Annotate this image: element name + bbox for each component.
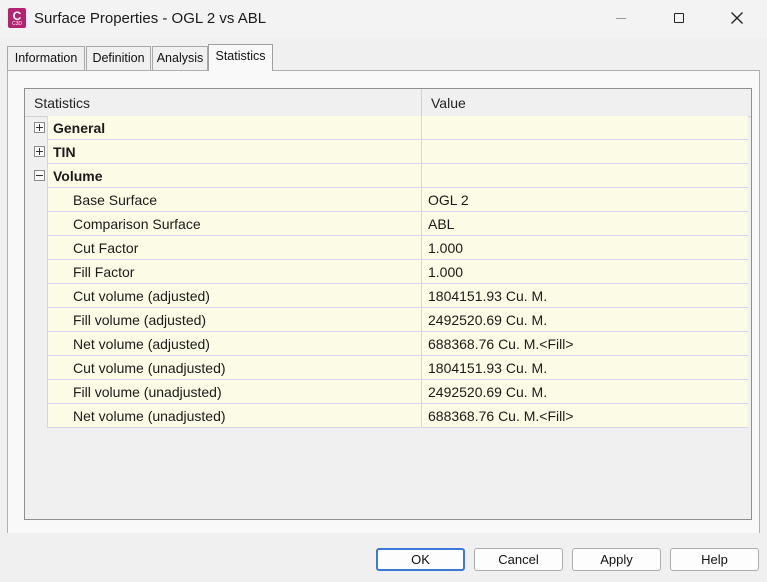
- window-title: Surface Properties - OGL 2 vs ABL: [34, 10, 267, 27]
- statistics-property-grid: Statistics Value General TIN Volume Base…: [24, 88, 752, 520]
- property-name: Fill volume (adjusted): [47, 308, 422, 332]
- property-value[interactable]: 688368.76 Cu. M.<Fill>: [422, 332, 748, 356]
- expand-plus-icon[interactable]: [34, 122, 45, 133]
- property-value[interactable]: 688368.76 Cu. M.<Fill>: [422, 404, 748, 428]
- tab-statistics[interactable]: Statistics: [208, 44, 273, 71]
- app-icon-subtext: C3D: [11, 21, 22, 27]
- maximize-icon: [674, 13, 684, 23]
- minimize-icon: [616, 17, 626, 19]
- property-row[interactable]: Comparison Surface ABL: [25, 212, 748, 236]
- property-value[interactable]: ABL: [422, 212, 748, 236]
- property-row[interactable]: Cut volume (unadjusted) 1804151.93 Cu. M…: [25, 356, 748, 380]
- property-value[interactable]: 2492520.69 Cu. M.: [422, 380, 748, 404]
- close-button[interactable]: [708, 0, 766, 36]
- group-row-volume[interactable]: Volume: [25, 164, 748, 188]
- property-row[interactable]: Net volume (adjusted) 688368.76 Cu. M.<F…: [25, 332, 748, 356]
- property-row[interactable]: Fill volume (unadjusted) 2492520.69 Cu. …: [25, 380, 748, 404]
- tab-definition[interactable]: Definition: [86, 46, 151, 70]
- property-value[interactable]: 2492520.69 Cu. M.: [422, 308, 748, 332]
- property-name: Comparison Surface: [47, 212, 422, 236]
- property-row[interactable]: Base Surface OGL 2: [25, 188, 748, 212]
- property-row[interactable]: Cut volume (adjusted) 1804151.93 Cu. M.: [25, 284, 748, 308]
- property-name: Fill Factor: [47, 260, 422, 284]
- expand-plus-icon[interactable]: [34, 146, 45, 157]
- column-header-statistics[interactable]: Statistics: [25, 89, 422, 116]
- cancel-button[interactable]: Cancel: [474, 548, 563, 571]
- maximize-button[interactable]: [650, 0, 708, 36]
- group-label: Volume: [47, 164, 422, 188]
- property-value[interactable]: 1804151.93 Cu. M.: [422, 284, 748, 308]
- civil3d-app-icon: C C3D: [8, 8, 26, 28]
- property-name: Cut volume (unadjusted): [47, 356, 422, 380]
- tab-strip-divider: [7, 70, 760, 71]
- property-row[interactable]: Cut Factor 1.000: [25, 236, 748, 260]
- property-name: Fill volume (unadjusted): [47, 380, 422, 404]
- property-name: Cut Factor: [47, 236, 422, 260]
- property-row[interactable]: Fill volume (adjusted) 2492520.69 Cu. M.: [25, 308, 748, 332]
- group-value: [422, 116, 748, 140]
- apply-button[interactable]: Apply: [572, 548, 661, 571]
- collapse-minus-icon[interactable]: [34, 170, 45, 181]
- tab-information[interactable]: Information: [7, 46, 85, 70]
- property-value[interactable]: 1.000: [422, 236, 748, 260]
- help-button[interactable]: Help: [670, 548, 759, 571]
- group-row-tin[interactable]: TIN: [25, 140, 748, 164]
- column-header-value[interactable]: Value: [422, 89, 748, 116]
- property-value[interactable]: OGL 2: [422, 188, 748, 212]
- group-row-general[interactable]: General: [25, 116, 748, 140]
- property-value[interactable]: 1804151.93 Cu. M.: [422, 356, 748, 380]
- property-name: Net volume (unadjusted): [47, 404, 422, 428]
- group-label: TIN: [47, 140, 422, 164]
- close-icon: [731, 12, 743, 24]
- property-row[interactable]: Net volume (unadjusted) 688368.76 Cu. M.…: [25, 404, 748, 428]
- group-label: General: [47, 116, 422, 140]
- minimize-button[interactable]: [592, 0, 650, 36]
- group-value: [422, 140, 748, 164]
- title-bar: C C3D Surface Properties - OGL 2 vs ABL: [0, 0, 767, 38]
- tab-analysis[interactable]: Analysis: [152, 46, 208, 70]
- property-value[interactable]: 1.000: [422, 260, 748, 284]
- property-name: Net volume (adjusted): [47, 332, 422, 356]
- property-name: Base Surface: [47, 188, 422, 212]
- group-value: [422, 164, 748, 188]
- ok-button[interactable]: OK: [376, 548, 465, 571]
- grid-header: Statistics Value: [25, 89, 751, 117]
- property-name: Cut volume (adjusted): [47, 284, 422, 308]
- property-row[interactable]: Fill Factor 1.000: [25, 260, 748, 284]
